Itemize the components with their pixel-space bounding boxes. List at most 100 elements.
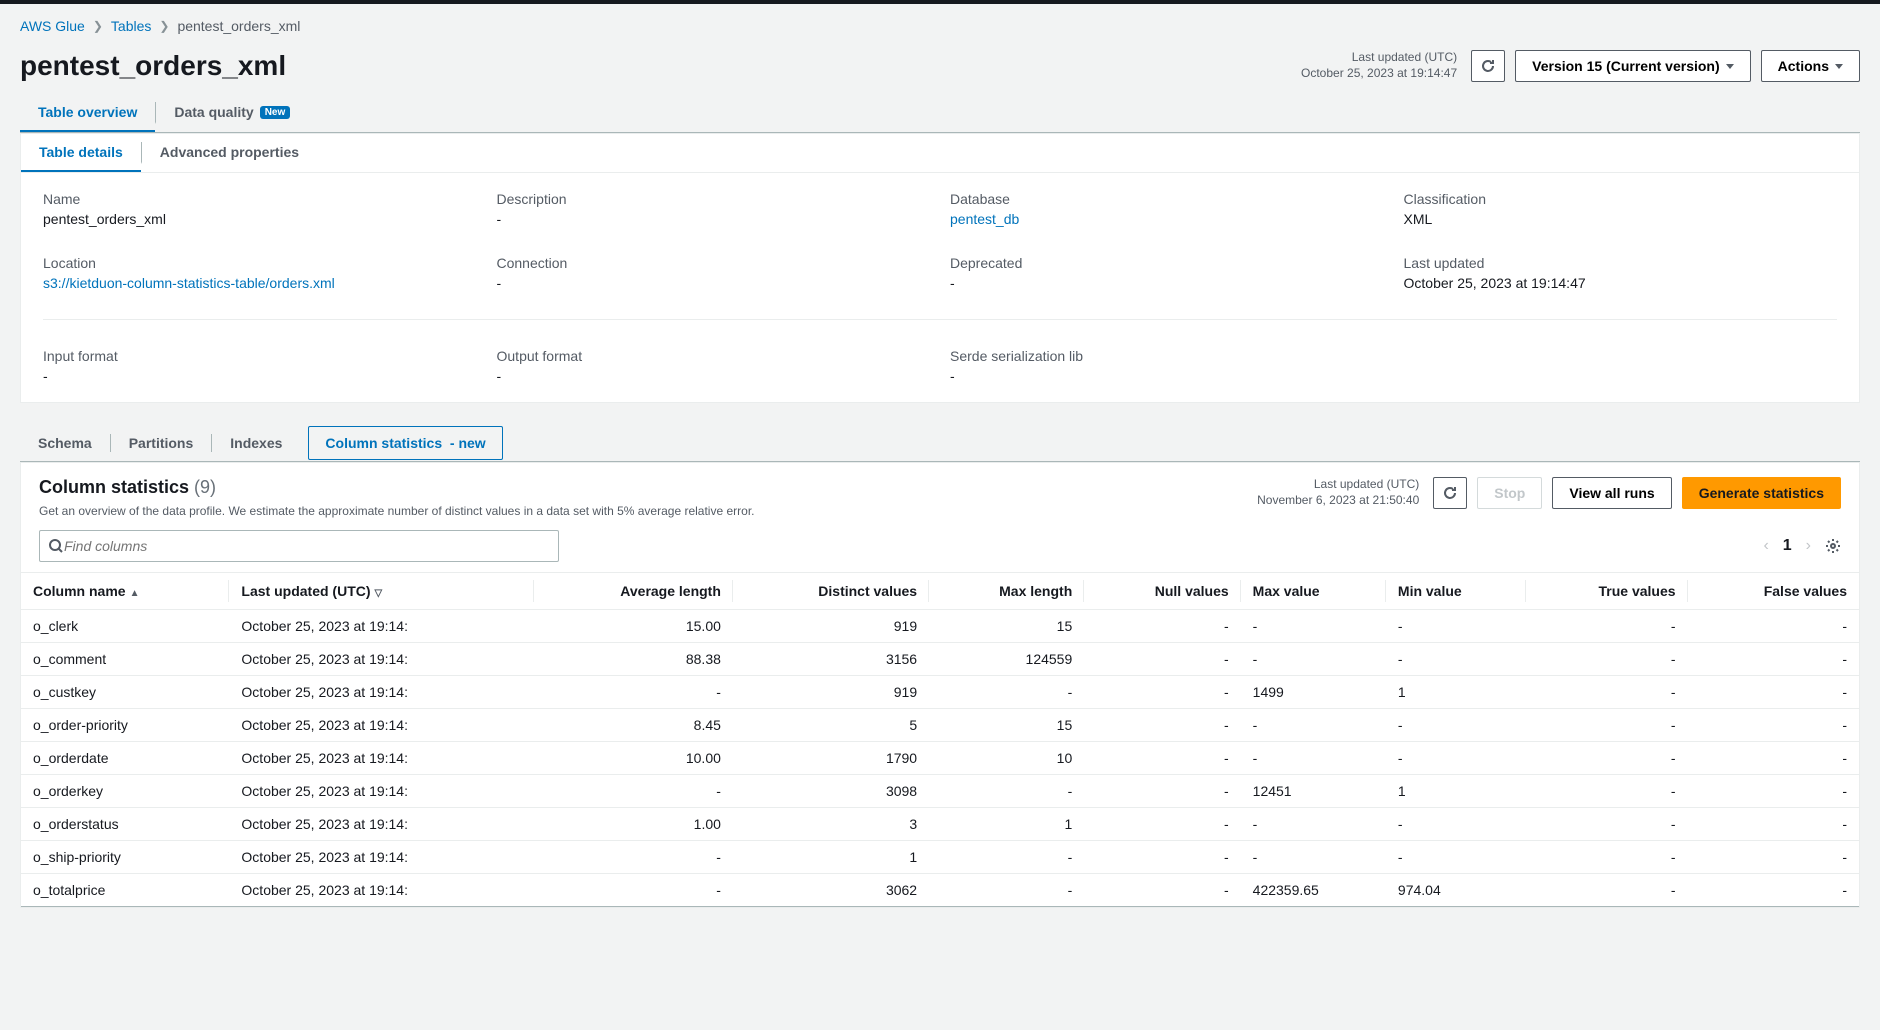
th-distinct[interactable]: Distinct values: [733, 573, 929, 610]
th-max-value[interactable]: Max value: [1241, 573, 1386, 610]
search-icon: [48, 538, 64, 554]
table-row: o_ship-priorityOctober 25, 2023 at 19:14…: [21, 841, 1859, 874]
last-updated-value: October 25, 2023 at 19:14:47: [1301, 66, 1457, 82]
gear-icon[interactable]: [1825, 538, 1841, 554]
cell-nulls: -: [1084, 874, 1240, 907]
th-min-value[interactable]: Min value: [1386, 573, 1526, 610]
cell-true: -: [1526, 709, 1687, 742]
tab-partitions[interactable]: Partitions: [111, 425, 212, 461]
pager-prev[interactable]: ‹: [1763, 537, 1768, 555]
cell-maxlen: -: [929, 841, 1084, 874]
table-row: o_clerkOctober 25, 2023 at 19:14:15.0091…: [21, 610, 1859, 643]
cell-max: -: [1241, 643, 1386, 676]
cell-nulls: -: [1084, 775, 1240, 808]
cell-name: o_order-priority: [21, 709, 229, 742]
cell-updated: October 25, 2023 at 19:14:: [229, 841, 533, 874]
cell-false: -: [1688, 775, 1859, 808]
cell-false: -: [1688, 742, 1859, 775]
th-null-values[interactable]: Null values: [1084, 573, 1240, 610]
cell-false: -: [1688, 841, 1859, 874]
breadcrumb-tables[interactable]: Tables: [111, 18, 151, 34]
search-box[interactable]: [39, 530, 559, 562]
breadcrumb-root[interactable]: AWS Glue: [20, 18, 85, 34]
cell-true: -: [1526, 874, 1687, 907]
detail-classification-label: Classification: [1404, 191, 1838, 207]
actions-dropdown[interactable]: Actions: [1761, 50, 1860, 82]
tab-data-quality-label: Data quality: [174, 104, 253, 120]
cell-min: 974.04: [1386, 874, 1526, 907]
last-updated-label: Last updated (UTC): [1301, 50, 1457, 66]
cell-name: o_custkey: [21, 676, 229, 709]
detail-database-link[interactable]: pentest_db: [950, 211, 1019, 227]
detail-connection-value: -: [497, 275, 931, 291]
cell-avg: -: [534, 874, 733, 907]
cell-true: -: [1526, 676, 1687, 709]
version-label: Version 15 (Current version): [1532, 58, 1720, 74]
th-last-updated[interactable]: Last updated (UTC)▽: [229, 573, 533, 610]
cell-false: -: [1688, 676, 1859, 709]
cell-false: -: [1688, 709, 1859, 742]
cell-updated: October 25, 2023 at 19:14:: [229, 808, 533, 841]
cell-avg: 88.38: [534, 643, 733, 676]
detail-deprecated-label: Deprecated: [950, 255, 1384, 271]
detail-location-link[interactable]: s3://kietduon-column-statistics-table/or…: [43, 275, 335, 291]
tab-table-details[interactable]: Table details: [21, 134, 141, 172]
detail-name-value: pentest_orders_xml: [43, 211, 477, 227]
tab-table-overview[interactable]: Table overview: [20, 94, 155, 132]
tab-indexes[interactable]: Indexes: [212, 425, 300, 461]
refresh-icon: [1480, 58, 1496, 74]
detail-name-label: Name: [43, 191, 477, 207]
search-input[interactable]: [64, 538, 550, 554]
view-all-runs-button[interactable]: View all runs: [1552, 477, 1671, 509]
tab-column-statistics[interactable]: Column statistics - new: [308, 426, 502, 460]
th-true-values[interactable]: True values: [1526, 573, 1687, 610]
cell-updated: October 25, 2023 at 19:14:: [229, 676, 533, 709]
cell-max: 12451: [1241, 775, 1386, 808]
cell-distinct: 3: [733, 808, 929, 841]
cell-min: -: [1386, 808, 1526, 841]
th-false-values[interactable]: False values: [1688, 573, 1859, 610]
cell-maxlen: 124559: [929, 643, 1084, 676]
cell-max: -: [1241, 709, 1386, 742]
stats-refresh-button[interactable]: [1433, 477, 1467, 509]
detail-serde-value: -: [950, 368, 1384, 384]
tab-schema[interactable]: Schema: [20, 425, 110, 461]
stats-title: Column statistics: [39, 477, 189, 497]
cell-false: -: [1688, 874, 1859, 907]
cell-max: -: [1241, 742, 1386, 775]
tab-advanced-properties[interactable]: Advanced properties: [142, 134, 317, 172]
cell-avg: 15.00: [534, 610, 733, 643]
th-avg-length[interactable]: Average length: [534, 573, 733, 610]
detail-lastupdated-label: Last updated: [1404, 255, 1838, 271]
caret-down-icon: [1835, 64, 1843, 69]
cell-updated: October 25, 2023 at 19:14:: [229, 742, 533, 775]
cell-max: -: [1241, 841, 1386, 874]
refresh-button[interactable]: [1471, 50, 1505, 82]
cell-avg: 10.00: [534, 742, 733, 775]
cell-name: o_orderstatus: [21, 808, 229, 841]
cell-nulls: -: [1084, 643, 1240, 676]
cell-maxlen: -: [929, 775, 1084, 808]
th-column-name[interactable]: Column name▲: [21, 573, 229, 610]
version-dropdown[interactable]: Version 15 (Current version): [1515, 50, 1751, 82]
th-max-length[interactable]: Max length: [929, 573, 1084, 610]
generate-statistics-button[interactable]: Generate statistics: [1682, 477, 1841, 509]
table-row: o_totalpriceOctober 25, 2023 at 19:14:-3…: [21, 874, 1859, 907]
pager-next[interactable]: ›: [1806, 537, 1811, 555]
new-badge: New: [260, 106, 291, 119]
stop-button[interactable]: Stop: [1477, 477, 1542, 509]
tab-column-statistics-label: Column statistics: [325, 435, 442, 451]
cell-min: 1: [1386, 676, 1526, 709]
chevron-right-icon: ❯: [93, 19, 103, 33]
cell-avg: -: [534, 775, 733, 808]
cell-min: -: [1386, 610, 1526, 643]
cell-updated: October 25, 2023 at 19:14:: [229, 874, 533, 907]
cell-avg: -: [534, 841, 733, 874]
tab-data-quality[interactable]: Data quality New: [156, 94, 308, 132]
stats-table: Column name▲ Last updated (UTC)▽ Average…: [21, 572, 1859, 907]
cell-distinct: 5: [733, 709, 929, 742]
cell-maxlen: 1: [929, 808, 1084, 841]
cell-distinct: 3098: [733, 775, 929, 808]
actions-label: Actions: [1778, 58, 1829, 74]
cell-distinct: 919: [733, 610, 929, 643]
